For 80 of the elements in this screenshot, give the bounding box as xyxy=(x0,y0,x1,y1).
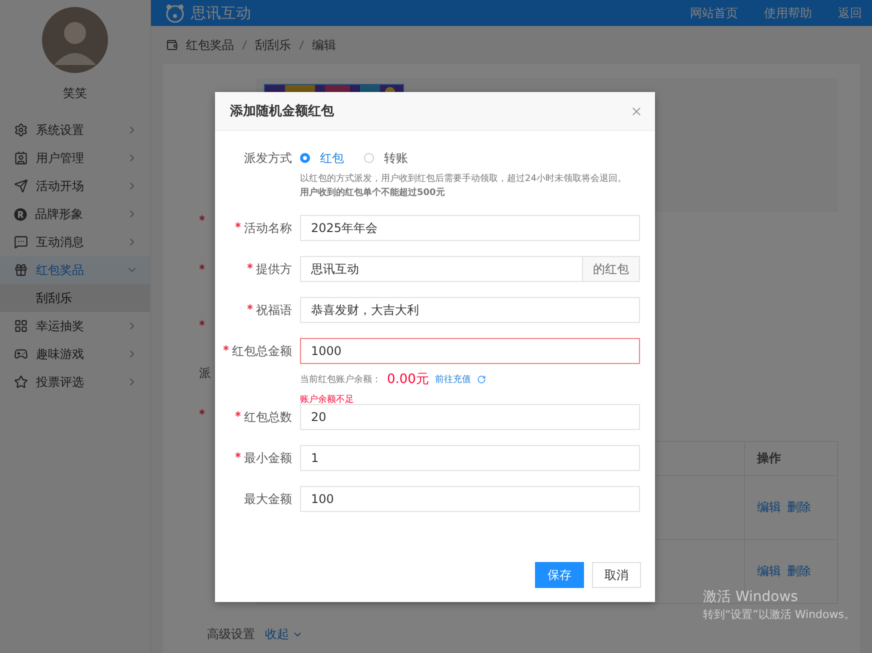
field-label: 祝福语 xyxy=(215,297,300,323)
error-text: 账户余额不足 xyxy=(300,394,355,406)
sidebar-item[interactable]: 幸运抽奖 xyxy=(0,312,150,340)
gamepad-icon xyxy=(14,347,28,361)
gift-icon xyxy=(14,263,28,277)
action-link[interactable]: 编辑 xyxy=(757,499,781,516)
close-button[interactable] xyxy=(630,104,643,118)
field-label: 派发方式 xyxy=(243,150,293,167)
action-link[interactable]: 删除 xyxy=(787,499,811,516)
separator-icon xyxy=(299,40,304,50)
avatar xyxy=(42,7,108,73)
required-icon xyxy=(223,345,229,351)
nav-link[interactable]: 返回 xyxy=(838,4,862,22)
input-field[interactable]: 1 xyxy=(300,445,640,471)
nav-link[interactable]: 网站首页 xyxy=(690,4,738,22)
column-header: 操作 xyxy=(757,450,781,467)
sidebar-item[interactable]: 系统设置 xyxy=(0,116,150,144)
sidebar-item[interactable]: 品牌形象 xyxy=(0,200,150,228)
required-icon xyxy=(199,320,205,326)
sidebar-item[interactable]: 红包奖品 xyxy=(0,256,150,284)
star-icon xyxy=(14,375,28,389)
logo-text: 思讯互动 xyxy=(191,4,252,22)
settings-icon xyxy=(14,123,28,137)
input-field[interactable]: 20 xyxy=(300,404,640,430)
sidebar-item[interactable]: 投票评选 xyxy=(0,368,150,396)
required-icon xyxy=(247,263,253,269)
field-label: 提供方 xyxy=(215,256,300,282)
balance-amount: 0.00元 xyxy=(387,371,429,388)
sidebar-item[interactable]: 活动开场 xyxy=(0,172,150,200)
sidebar-item[interactable]: 用户管理 xyxy=(0,144,150,172)
grid-icon xyxy=(14,319,28,333)
input-field[interactable]: 2025年年会 xyxy=(300,215,640,241)
required-icon xyxy=(199,264,205,270)
cancel-button[interactable]: 取消 xyxy=(592,562,641,588)
activation-title: 激活 Windows xyxy=(703,588,799,606)
refresh-icon[interactable] xyxy=(476,374,486,384)
field-label: 活动名称 xyxy=(215,215,300,241)
recharge-link[interactable]: 前往充值 xyxy=(434,372,471,386)
breadcrumb-item: 编辑 xyxy=(312,36,336,54)
dialog-title: 添加随机金额红包 xyxy=(230,102,335,120)
collapse-link[interactable]: 收起 xyxy=(265,626,303,643)
activation-text: 转到“设置”以激活 Windows。 xyxy=(703,607,855,622)
required-icon xyxy=(235,222,241,228)
balance-label: 当前红包账户余额： xyxy=(300,374,381,386)
chat-icon xyxy=(14,235,28,249)
breadcrumb-item[interactable]: 红包奖品 xyxy=(186,36,234,54)
input-field[interactable]: 思讯互动 xyxy=(300,256,582,282)
save-button[interactable]: 保存 xyxy=(535,562,584,588)
field-label: 最大金额 xyxy=(243,491,293,508)
required-icon xyxy=(199,408,205,414)
logo-icon xyxy=(165,3,185,23)
action-link[interactable]: 删除 xyxy=(787,563,811,580)
nav-link[interactable]: 使用帮助 xyxy=(764,4,812,22)
field-label: 最小金额 xyxy=(215,445,300,471)
sidebar-item[interactable]: 趣味游戏 xyxy=(0,340,150,368)
radio-option[interactable]: 红包 xyxy=(300,150,344,166)
user-name: 笑笑 xyxy=(62,85,88,102)
section-label: 高级设置 xyxy=(207,626,255,643)
required-icon xyxy=(199,214,205,220)
action-link[interactable]: 编辑 xyxy=(757,563,781,580)
hint-text: 以红包的方式派发，用户收到红包后需要手动领取，超过24小时未领取将会退回。用户收到的红包单个不能超过500元 xyxy=(300,172,628,200)
wallet-icon xyxy=(166,39,178,51)
paper-plane-icon xyxy=(14,179,28,193)
radio-option[interactable]: 转账 xyxy=(364,150,408,166)
required-icon xyxy=(247,304,253,310)
input-suffix: 的红包 xyxy=(582,256,640,282)
sidebar-item[interactable]: 互动消息 xyxy=(0,228,150,256)
registered-icon xyxy=(14,208,27,220)
required-icon xyxy=(235,411,241,417)
contact-card-icon xyxy=(14,151,28,165)
sidebar-subitem[interactable]: 刮刮乐 xyxy=(0,284,150,312)
required-icon xyxy=(235,452,241,458)
input-field[interactable]: 100 xyxy=(300,486,640,512)
breadcrumb-item[interactable]: 刮刮乐 xyxy=(255,36,291,54)
form-label: 派 xyxy=(199,366,211,380)
field-label: 红包总金额 xyxy=(215,338,300,406)
input-field[interactable]: 恭喜发财，大吉大利 xyxy=(300,297,640,323)
field-label: 红包总数 xyxy=(215,404,300,430)
input-field[interactable]: 1000 xyxy=(300,338,640,364)
separator-icon xyxy=(242,40,247,50)
